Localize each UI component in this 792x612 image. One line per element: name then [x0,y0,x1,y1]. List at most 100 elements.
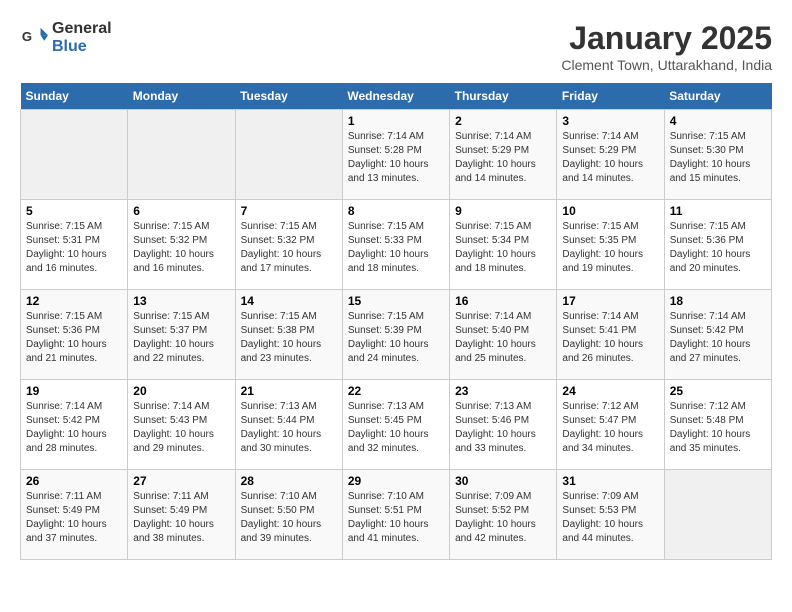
day-number: 30 [455,474,551,488]
day-number: 12 [26,294,122,308]
day-number: 20 [133,384,229,398]
calendar-cell: 29 Sunrise: 7:10 AM Sunset: 5:51 PM Dayli… [342,470,449,560]
calendar-subtitle: Clement Town, Uttarakhand, India [561,57,772,73]
calendar-cell: 14Sunrise: 7:15 AM Sunset: 5:38 PM Dayli… [235,290,342,380]
day-number: 18 [670,294,766,308]
day-info: Sunrise: 7:09 AM Sunset: 5:52 PM Dayligh… [455,490,551,546]
day-number: 24 [562,384,658,398]
calendar-cell: 24 Sunrise: 7:12 AM Sunset: 5:47 PM Dayli… [557,380,664,470]
col-thursday: Thursday [450,83,557,110]
day-number: 13 [133,294,229,308]
day-number: 26 [26,474,122,488]
day-info: Sunrise: 7:15 AM Sunset: 5:34 PM Dayligh… [455,220,551,276]
day-info: Sunrise: 7:15 AM Sunset: 5:31 PM Dayligh… [26,220,122,276]
calendar-week-4: 19 Sunrise: 7:14 AM Sunset: 5:42 PM Dayli… [21,380,772,470]
calendar-cell: 4 Sunrise: 7:15 AM Sunset: 5:30 PM Daylig… [664,110,771,200]
day-number: 17 [562,294,658,308]
calendar-cell: 5Sunrise: 7:15 AM Sunset: 5:31 PM Daylig… [21,200,128,290]
day-number: 10 [562,204,658,218]
day-number: 19 [26,384,122,398]
calendar-cell: 26 Sunrise: 7:11 AM Sunset: 5:49 PM Dayli… [21,470,128,560]
day-number: 23 [455,384,551,398]
day-info: Sunrise: 7:14 AM Sunset: 5:42 PM Dayligh… [670,310,766,366]
day-info: Sunrise: 7:15 AM Sunset: 5:39 PM Dayligh… [348,310,444,366]
day-number: 25 [670,384,766,398]
day-info: Sunrise: 7:14 AM Sunset: 5:43 PM Dayligh… [133,400,229,456]
col-saturday: Saturday [664,83,771,110]
day-info: Sunrise: 7:10 AM Sunset: 5:51 PM Dayligh… [348,490,444,546]
day-info: Sunrise: 7:15 AM Sunset: 5:36 PM Dayligh… [26,310,122,366]
day-number: 21 [241,384,337,398]
day-number: 22 [348,384,444,398]
calendar-cell: 13Sunrise: 7:15 AM Sunset: 5:37 PM Dayli… [128,290,235,380]
calendar-week-2: 5Sunrise: 7:15 AM Sunset: 5:31 PM Daylig… [21,200,772,290]
calendar-cell: 19 Sunrise: 7:14 AM Sunset: 5:42 PM Dayli… [21,380,128,470]
col-monday: Monday [128,83,235,110]
day-info: Sunrise: 7:14 AM Sunset: 5:42 PM Dayligh… [26,400,122,456]
logo-general-text: General [52,20,112,37]
calendar-week-1: 1 Sunrise: 7:14 AM Sunset: 5:28 PM Daylig… [21,110,772,200]
calendar-title: January 2025 [561,20,772,57]
calendar-cell [664,470,771,560]
day-number: 4 [670,114,766,128]
day-info: Sunrise: 7:14 AM Sunset: 5:41 PM Dayligh… [562,310,658,366]
day-number: 11 [670,204,766,218]
day-info: Sunrise: 7:15 AM Sunset: 5:32 PM Dayligh… [241,220,337,276]
day-number: 29 [348,474,444,488]
calendar-week-3: 12 Sunrise: 7:15 AM Sunset: 5:36 PM Dayli… [21,290,772,380]
day-info: Sunrise: 7:12 AM Sunset: 5:48 PM Dayligh… [670,400,766,456]
day-number: 6 [133,204,229,218]
calendar-cell [128,110,235,200]
day-info: Sunrise: 7:14 AM Sunset: 5:29 PM Dayligh… [455,130,551,186]
day-info: Sunrise: 7:12 AM Sunset: 5:47 PM Dayligh… [562,400,658,456]
calendar-cell: 25 Sunrise: 7:12 AM Sunset: 5:48 PM Dayli… [664,380,771,470]
calendar-cell: 23Sunrise: 7:13 AM Sunset: 5:46 PM Dayli… [450,380,557,470]
day-number: 28 [241,474,337,488]
calendar-cell: 7 Sunrise: 7:15 AM Sunset: 5:32 PM Daylig… [235,200,342,290]
header-row: Sunday Monday Tuesday Wednesday Thursday… [21,83,772,110]
calendar-cell: 20 Sunrise: 7:14 AM Sunset: 5:43 PM Dayli… [128,380,235,470]
day-number: 27 [133,474,229,488]
calendar-cell: 2 Sunrise: 7:14 AM Sunset: 5:29 PM Daylig… [450,110,557,200]
calendar-cell [235,110,342,200]
calendar-cell: 15 Sunrise: 7:15 AM Sunset: 5:39 PM Dayli… [342,290,449,380]
col-wednesday: Wednesday [342,83,449,110]
svg-text:G: G [22,29,32,44]
day-number: 8 [348,204,444,218]
title-block: January 2025 Clement Town, Uttarakhand, … [561,20,772,73]
calendar-cell: 30 Sunrise: 7:09 AM Sunset: 5:52 PM Dayli… [450,470,557,560]
day-info: Sunrise: 7:14 AM Sunset: 5:40 PM Dayligh… [455,310,551,366]
calendar-cell: 22 Sunrise: 7:13 AM Sunset: 5:45 PM Dayli… [342,380,449,470]
day-info: Sunrise: 7:13 AM Sunset: 5:45 PM Dayligh… [348,400,444,456]
page-header: G General Blue January 2025 Clement Town… [20,20,772,73]
day-info: Sunrise: 7:15 AM Sunset: 5:38 PM Dayligh… [241,310,337,366]
day-number: 7 [241,204,337,218]
calendar-cell: 27Sunrise: 7:11 AM Sunset: 5:49 PM Dayli… [128,470,235,560]
logo-blue-text: Blue [52,38,87,55]
day-info: Sunrise: 7:11 AM Sunset: 5:49 PM Dayligh… [26,490,122,546]
calendar-cell: 17 Sunrise: 7:14 AM Sunset: 5:41 PM Dayli… [557,290,664,380]
day-number: 2 [455,114,551,128]
calendar-cell [21,110,128,200]
day-number: 9 [455,204,551,218]
day-info: Sunrise: 7:15 AM Sunset: 5:30 PM Dayligh… [670,130,766,186]
day-info: Sunrise: 7:14 AM Sunset: 5:28 PM Dayligh… [348,130,444,186]
col-tuesday: Tuesday [235,83,342,110]
calendar-cell: 18 Sunrise: 7:14 AM Sunset: 5:42 PM Dayli… [664,290,771,380]
calendar-cell: 9 Sunrise: 7:15 AM Sunset: 5:34 PM Daylig… [450,200,557,290]
calendar-cell: 31Sunrise: 7:09 AM Sunset: 5:53 PM Dayli… [557,470,664,560]
calendar-cell: 11Sunrise: 7:15 AM Sunset: 5:36 PM Dayli… [664,200,771,290]
calendar-cell: 21 Sunrise: 7:13 AM Sunset: 5:44 PM Dayli… [235,380,342,470]
col-friday: Friday [557,83,664,110]
calendar-cell: 28Sunrise: 7:10 AM Sunset: 5:50 PM Dayli… [235,470,342,560]
day-info: Sunrise: 7:13 AM Sunset: 5:44 PM Dayligh… [241,400,337,456]
logo-icon: G [20,24,48,52]
calendar-cell: 3Sunrise: 7:14 AM Sunset: 5:29 PM Daylig… [557,110,664,200]
logo: G General Blue [20,20,112,56]
calendar-cell: 10Sunrise: 7:15 AM Sunset: 5:35 PM Dayli… [557,200,664,290]
day-number: 16 [455,294,551,308]
calendar-cell: 6Sunrise: 7:15 AM Sunset: 5:32 PM Daylig… [128,200,235,290]
day-number: 1 [348,114,444,128]
calendar-week-5: 26 Sunrise: 7:11 AM Sunset: 5:49 PM Dayli… [21,470,772,560]
day-number: 15 [348,294,444,308]
